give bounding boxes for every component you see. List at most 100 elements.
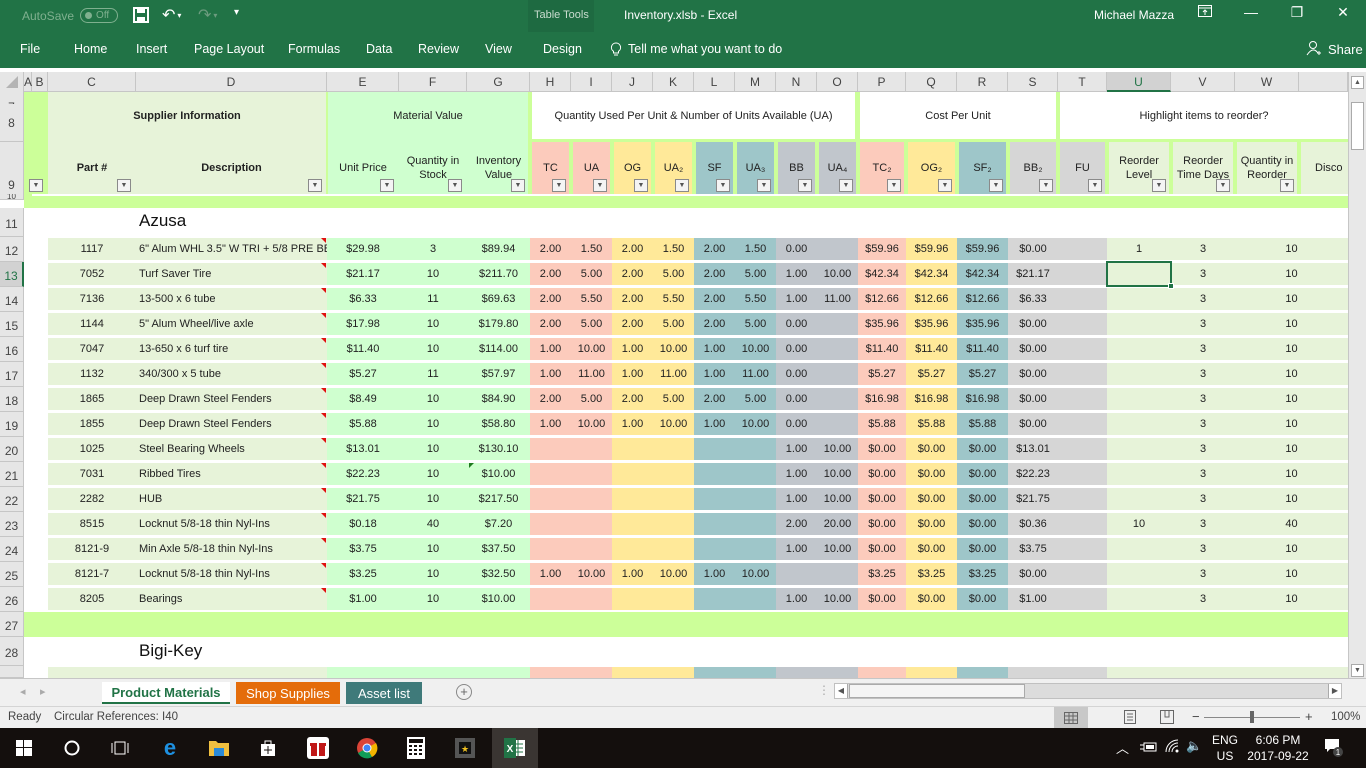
cell-v[interactable]: 3 <box>1171 238 1235 260</box>
scroll-right-icon[interactable]: ▶ <box>1328 684 1341 698</box>
cell-l[interactable] <box>694 488 735 510</box>
volume-icon[interactable]: 🔈 <box>1186 738 1202 754</box>
row-header-28[interactable]: 28 <box>0 637 24 666</box>
cell-v[interactable]: 3 <box>1171 463 1235 485</box>
close-icon[interactable]: ✕ <box>1328 4 1358 21</box>
cell-g[interactable]: $32.50 <box>467 563 530 585</box>
cell-w[interactable]: 10 <box>1235 288 1348 310</box>
cell-j[interactable]: 2.00 <box>612 388 653 410</box>
cell-q[interactable]: $12.66 <box>906 288 957 310</box>
cell-l[interactable]: 2.00 <box>694 238 735 260</box>
cell-w[interactable]: 10 <box>1235 338 1348 360</box>
filter-dropdown-u[interactable]: ▼ <box>1152 179 1166 192</box>
minimize-icon[interactable]: — <box>1236 4 1266 20</box>
cell-c[interactable]: 1025 <box>48 438 136 460</box>
scroll-down-icon[interactable]: ▼ <box>1351 664 1364 677</box>
cell-r[interactable]: $0.00 <box>957 588 1008 610</box>
cell-d[interactable]: Deep Drawn Steel Fenders <box>136 413 327 435</box>
battery-icon[interactable] <box>1140 740 1158 758</box>
cell-p[interactable]: $5.88 <box>858 413 906 435</box>
cell-r[interactable]: $11.40 <box>957 338 1008 360</box>
cell-e[interactable]: $5.88 <box>327 413 399 435</box>
cell-r[interactable]: $0.00 <box>957 463 1008 485</box>
cell-m[interactable]: 5.00 <box>735 313 776 335</box>
row-header-15[interactable]: 15 <box>0 312 24 337</box>
cell-r[interactable]: $5.88 <box>957 413 1008 435</box>
cell-p[interactable]: $3.25 <box>858 563 906 585</box>
cell-i[interactable] <box>571 438 612 460</box>
zoom-level[interactable]: 100% <box>1331 711 1360 723</box>
cell-r[interactable]: $35.96 <box>957 313 1008 335</box>
cell-e[interactable]: $11.40 <box>327 338 399 360</box>
cell-t[interactable] <box>1058 363 1107 385</box>
filter-dropdown-p[interactable]: ▼ <box>887 179 901 192</box>
column-header-v[interactable]: V <box>1171 72 1235 92</box>
cell-d[interactable]: 13-650 x 6 turf tire <box>136 338 327 360</box>
filter-dropdown-c[interactable]: ▼ <box>117 179 131 192</box>
page-break-view-icon[interactable] <box>1160 710 1174 727</box>
cell-o[interactable] <box>817 563 858 585</box>
cell-j[interactable]: 2.00 <box>612 288 653 310</box>
cell-e[interactable]: $13.01 <box>327 438 399 460</box>
clock[interactable]: 6:06 PM 2017-09-22 <box>1246 732 1310 764</box>
row-header-25[interactable]: 25 <box>0 562 24 587</box>
cell-h[interactable] <box>530 513 571 535</box>
cell-n[interactable]: 0.00 <box>776 363 817 385</box>
cell-o[interactable]: 10.00 <box>817 438 858 460</box>
cell-v[interactable]: 3 <box>1171 538 1235 560</box>
cell-e[interactable]: $29.98 <box>327 238 399 260</box>
cell-r[interactable]: $12.66 <box>957 288 1008 310</box>
cell-f[interactable]: 10 <box>399 263 467 285</box>
scroll-thumb[interactable] <box>1351 102 1364 150</box>
cell-m[interactable] <box>735 463 776 485</box>
row-header-16[interactable]: 16 <box>0 337 24 362</box>
filter-dropdown-s[interactable]: ▼ <box>1039 179 1053 192</box>
chrome-icon[interactable] <box>355 736 379 760</box>
cell-s[interactable]: $0.00 <box>1008 313 1058 335</box>
cell-q[interactable]: $5.88 <box>906 413 957 435</box>
cell-j[interactable]: 1.00 <box>612 363 653 385</box>
filter-dropdown-v[interactable]: ▼ <box>1216 179 1230 192</box>
cell-l[interactable]: 1.00 <box>694 363 735 385</box>
cell-h[interactable]: 2.00 <box>530 263 571 285</box>
row-header-19[interactable]: 19 <box>0 412 24 437</box>
cell-r[interactable]: $0.00 <box>957 488 1008 510</box>
filter-dropdown-w[interactable]: ▼ <box>1280 179 1294 192</box>
filter-dropdown-m[interactable]: ▼ <box>757 179 771 192</box>
cell-n[interactable]: 0.00 <box>776 413 817 435</box>
cell-k[interactable]: 5.50 <box>653 288 694 310</box>
filter-dropdown-r[interactable]: ▼ <box>989 179 1003 192</box>
cell-e[interactable]: $1.00 <box>327 588 399 610</box>
cell-u[interactable] <box>1107 313 1171 335</box>
cell-l[interactable]: 2.00 <box>694 313 735 335</box>
cell-w[interactable]: 10 <box>1235 438 1348 460</box>
cell-h[interactable]: 1.00 <box>530 563 571 585</box>
cell-v[interactable]: 3 <box>1171 263 1235 285</box>
file-explorer-icon[interactable] <box>207 736 231 760</box>
cell-h[interactable]: 1.00 <box>530 363 571 385</box>
cell-u[interactable]: 1 <box>1107 238 1171 260</box>
tell-me-search[interactable]: Tell me what you want to do <box>610 42 782 60</box>
cell-t[interactable] <box>1058 538 1107 560</box>
cell-v[interactable]: 3 <box>1171 338 1235 360</box>
cell-i[interactable] <box>571 538 612 560</box>
filter-dropdown-j[interactable]: ▼ <box>634 179 648 192</box>
cell-i[interactable] <box>571 588 612 610</box>
cell-j[interactable] <box>612 538 653 560</box>
cell-v[interactable]: 3 <box>1171 563 1235 585</box>
cell-n[interactable]: 1.00 <box>776 488 817 510</box>
cell-g[interactable]: $57.97 <box>467 363 530 385</box>
column-header-d[interactable]: D <box>136 72 327 92</box>
column-header-l[interactable]: L <box>694 72 735 92</box>
cell-q[interactable]: $0.00 <box>906 438 957 460</box>
cell-o[interactable] <box>817 388 858 410</box>
cell-q[interactable]: $0.00 <box>906 588 957 610</box>
cell-c[interactable]: 1855 <box>48 413 136 435</box>
cell-f[interactable]: 11 <box>399 288 467 310</box>
cell-g[interactable]: $58.80 <box>467 413 530 435</box>
cell-f[interactable]: 10 <box>399 563 467 585</box>
cell-f[interactable]: 10 <box>399 388 467 410</box>
cell-h[interactable]: 2.00 <box>530 288 571 310</box>
prev-sheet-icon[interactable]: ◂ <box>20 685 26 698</box>
cell-w[interactable]: 10 <box>1235 413 1348 435</box>
